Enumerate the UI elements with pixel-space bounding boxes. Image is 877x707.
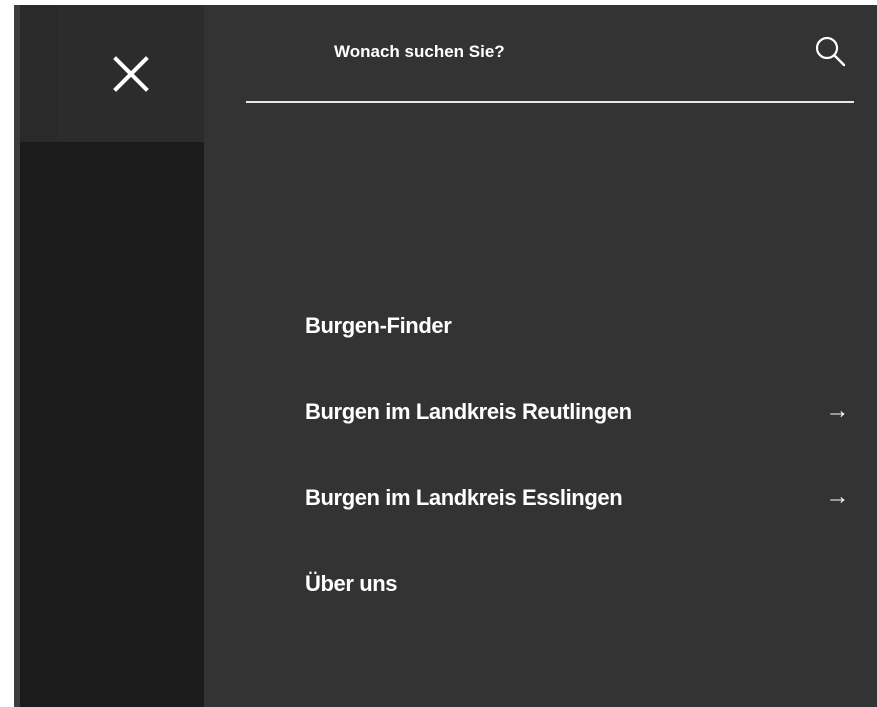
- nav-item-label: Über uns: [305, 571, 398, 596]
- nav-item-landkreis-esslingen[interactable]: Burgen im Landkreis Esslingen →: [305, 471, 865, 557]
- close-menu-button[interactable]: [58, 5, 204, 142]
- close-icon: [113, 55, 149, 92]
- nav-item-landkreis-reutlingen[interactable]: Burgen im Landkreis Reutlingen →: [305, 385, 865, 471]
- nav-item-ueber-uns[interactable]: Über uns: [305, 557, 865, 643]
- menu-overlay: Burgen-Finder Burgen im Landkreis Reutli…: [14, 5, 877, 707]
- search-input[interactable]: [246, 37, 786, 67]
- nav-item-burgen-finder[interactable]: Burgen-Finder: [305, 299, 865, 385]
- arrow-right-icon[interactable]: →: [825, 483, 849, 511]
- menu-panel: Burgen-Finder Burgen im Landkreis Reutli…: [204, 5, 877, 707]
- main-navigation: Burgen-Finder Burgen im Landkreis Reutli…: [305, 299, 865, 643]
- search-bar: [246, 29, 854, 103]
- nav-item-label: Burgen im Landkreis Esslingen: [305, 485, 623, 510]
- search-icon[interactable]: [812, 33, 848, 69]
- nav-item-label: Burgen-Finder: [305, 313, 452, 338]
- header-strip: [20, 5, 58, 142]
- arrow-right-icon[interactable]: →: [825, 397, 849, 425]
- nav-item-label: Burgen im Landkreis Reutlingen: [305, 399, 632, 424]
